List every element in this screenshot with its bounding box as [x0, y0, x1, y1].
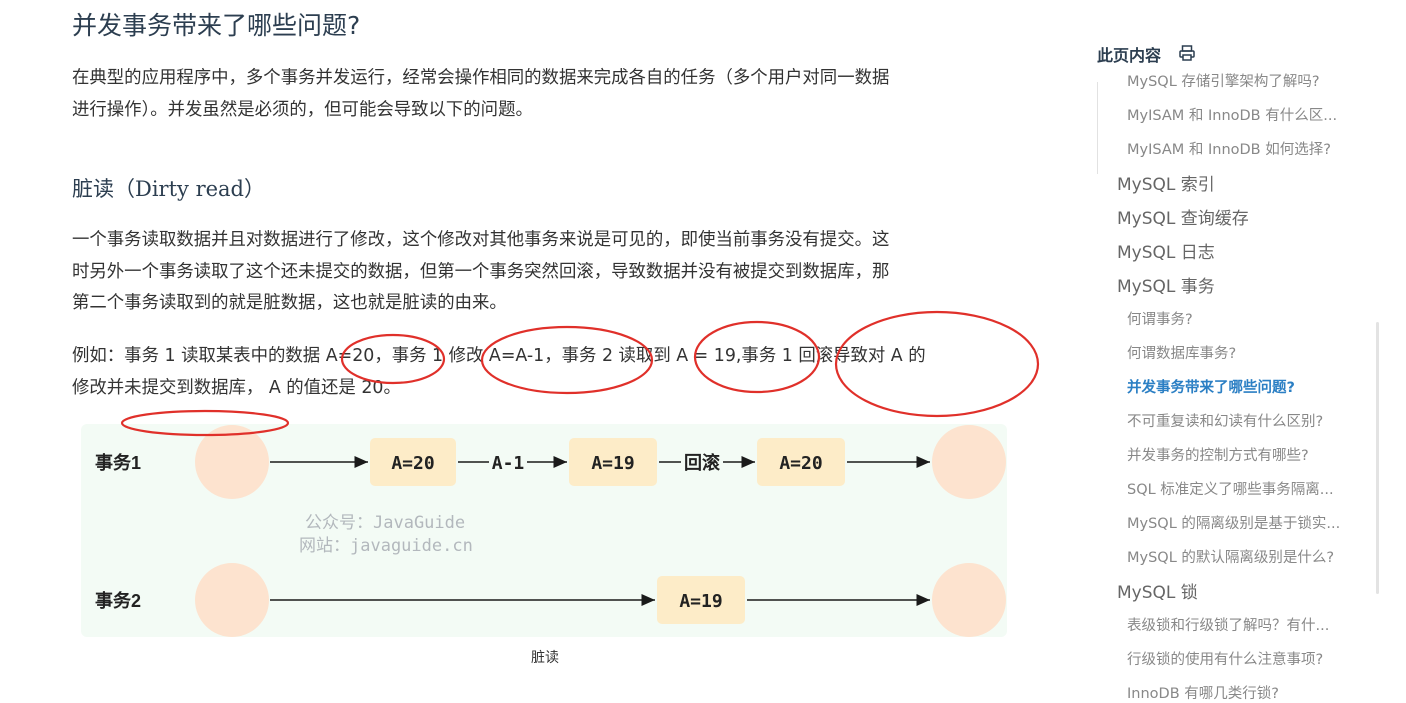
toc-item[interactable]: 不可重复读和幻读有什么区别? — [1127, 410, 1323, 431]
toc-item[interactable]: MySQL 存储引擎架构了解吗? — [1127, 70, 1320, 91]
paragraph-line: 第二个事务读取到的就是脏数据，这也就是脏读的由来。 — [72, 293, 507, 313]
start-node-tx1 — [195, 425, 269, 499]
toc-item[interactable]: 表级锁和行级锁了解吗？有什... — [1127, 614, 1329, 635]
toc-title: 此页内容 — [1097, 46, 1162, 65]
value-box-label: A=19 — [679, 591, 722, 612]
watermark-line: 网站：javaguide.cn — [299, 536, 473, 556]
toc-item[interactable]: 行级锁的使用有什么注意事项? — [1127, 648, 1323, 669]
value-box-label: A=20 — [779, 453, 822, 474]
toc-item[interactable]: 何谓数据库事务? — [1127, 342, 1236, 363]
toc-item[interactable]: MyISAM 和 InnoDB 如何选择? — [1127, 138, 1331, 159]
toc-item[interactable]: MySQL 索引 — [1117, 170, 1215, 195]
toc-item[interactable]: InnoDB 有哪几类行锁? — [1127, 682, 1279, 703]
toc-item[interactable]: MySQL 查询缓存 — [1117, 204, 1249, 229]
toc-item[interactable]: MySQL 的隔离级别是基于锁实... — [1127, 512, 1340, 533]
dirty-read-paragraph: 一个事务读取数据并且对数据进行了修改，这个修改对其他事务来说是可见的，即使当前事… — [72, 225, 1024, 320]
toc-item[interactable]: 并发事务的控制方式有哪些? — [1127, 444, 1309, 465]
paragraph-line: 一个事务读取数据并且对数据进行了修改，这个修改对其他事务来说是可见的，即使当前事… — [72, 230, 890, 250]
example-paragraph: 例如：事务 1 读取某表中的数据 A=20，事务 1 修改 A=A-1，事务 2… — [72, 341, 1024, 404]
toc-item[interactable]: MySQL 锁 — [1117, 578, 1198, 603]
row-label-tx2: 事务2 — [95, 590, 141, 611]
example-line: 修改并未提交到数据库， A 的值还是 20。 — [72, 377, 401, 398]
dirty-read-diagram: 事务1 事务2 A=20 A-1 A=19 回滚 A=20 A=19 公众号：J… — [81, 424, 1007, 637]
edge-label: A-1 — [492, 453, 525, 474]
printer-icon[interactable] — [1178, 44, 1196, 62]
watermark-line: 公众号：JavaGuide — [305, 513, 466, 533]
intro-line: 在典型的应用程序中，多个事务并发运行，经常会操作相同的数据来完成各自的任务（多个… — [72, 68, 890, 88]
toc-item[interactable]: MyISAM 和 InnoDB 有什么区... — [1127, 104, 1337, 125]
toc-item[interactable]: MySQL 的默认隔离级别是什么? — [1127, 546, 1334, 567]
end-node-tx2 — [932, 563, 1006, 637]
section-title: 脏读（Dirty read） — [72, 177, 265, 201]
figure-caption: 脏读 — [531, 650, 559, 666]
scrollbar[interactable] — [1376, 322, 1379, 594]
row-label-tx1: 事务1 — [95, 452, 141, 473]
toc-item[interactable]: MySQL 日志 — [1117, 238, 1215, 263]
value-box-label: A=20 — [391, 453, 434, 474]
toc-item-active[interactable]: 并发事务带来了哪些问题? — [1127, 376, 1295, 397]
intro-line: 进行操作）。并发虽然是必须的，但可能会导致以下的问题。 — [72, 99, 533, 120]
toc-item[interactable]: 何谓事务? — [1127, 308, 1193, 329]
toc-item[interactable]: MySQL 事务 — [1117, 272, 1215, 297]
toc-item[interactable]: SQL 标准定义了哪些事务隔离... — [1127, 478, 1334, 499]
toc-sidebar: 此页内容 MySQL 存储引擎架构了解吗? MyISAM 和 InnoDB 有什么… — [1080, 0, 1406, 702]
toc-indent-line — [1097, 82, 1098, 174]
diagram-canvas: 事务1 事务2 A=20 A-1 A=19 回滚 A=20 A=19 — [95, 425, 1006, 637]
intro-paragraph: 在典型的应用程序中，多个事务并发运行，经常会操作相同的数据来完成各自的任务（多个… — [72, 63, 1024, 126]
start-node-tx2 — [195, 563, 269, 637]
page-title: 并发事务带来了哪些问题? — [72, 11, 361, 40]
paragraph-line: 时另外一个事务读取了这个还未提交的数据，但第一个事务突然回滚，导致数据并没有被提… — [72, 261, 890, 282]
end-node-tx1 — [932, 425, 1006, 499]
edge-label: 回滚 — [684, 452, 721, 473]
example-line: 例如：事务 1 读取某表中的数据 A=20，事务 1 修改 A=A-1，事务 2… — [72, 346, 926, 366]
value-box-label: A=19 — [591, 453, 634, 474]
